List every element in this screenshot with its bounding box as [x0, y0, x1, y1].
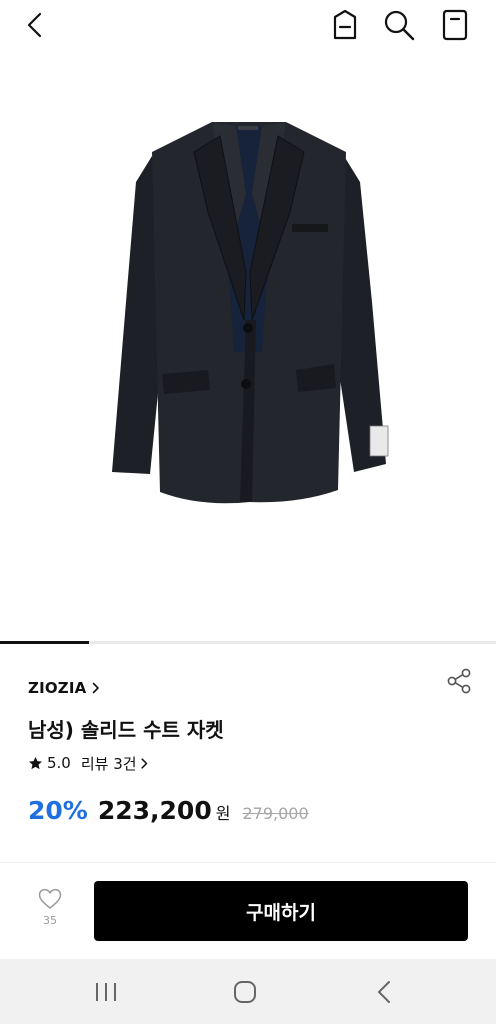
divider	[0, 862, 496, 863]
discount-rate: 20%	[28, 796, 88, 825]
brand-link[interactable]: ZIOZIA	[28, 676, 100, 700]
original-price: 279,000	[242, 804, 309, 823]
recent-apps-icon[interactable]	[94, 981, 120, 1003]
search-icon[interactable]	[382, 8, 416, 42]
buy-button[interactable]: 구매하기	[94, 881, 468, 941]
rating-value: 5.0	[47, 754, 71, 772]
category-tag-icon[interactable]	[330, 8, 360, 42]
like-count: 35	[43, 914, 57, 927]
shopping-bag-icon[interactable]	[440, 8, 470, 42]
product-title: 남성) 솔리드 수트 자켓	[28, 718, 224, 742]
price-row: 20% 223,200 원 279,000	[28, 796, 309, 832]
rating-row: 5.0 리뷰 3건	[28, 752, 148, 774]
suit-jacket-image	[112, 122, 389, 504]
heart-icon	[38, 888, 62, 909]
sale-price: 223,200	[97, 796, 212, 825]
chevron-right-icon	[141, 757, 147, 769]
brand-name: ZIOZIA	[28, 679, 87, 697]
review-link[interactable]: 리뷰 3건	[81, 753, 148, 774]
image-carousel-progress-fill	[0, 641, 90, 644]
product-image-carousel[interactable]	[0, 52, 496, 642]
system-navigation-bar	[0, 959, 496, 1024]
chevron-right-icon	[93, 682, 100, 694]
review-count: 리뷰 3건	[80, 754, 137, 773]
top-app-bar	[0, 0, 496, 52]
system-back-icon[interactable]	[374, 980, 394, 1004]
like-button[interactable]: 35	[28, 888, 72, 940]
home-icon[interactable]	[232, 980, 258, 1004]
star-icon	[29, 756, 42, 769]
back-chevron-icon[interactable]	[22, 10, 48, 40]
currency-unit: 원	[215, 804, 231, 823]
share-icon[interactable]	[444, 666, 474, 696]
image-carousel-progress	[0, 641, 496, 644]
